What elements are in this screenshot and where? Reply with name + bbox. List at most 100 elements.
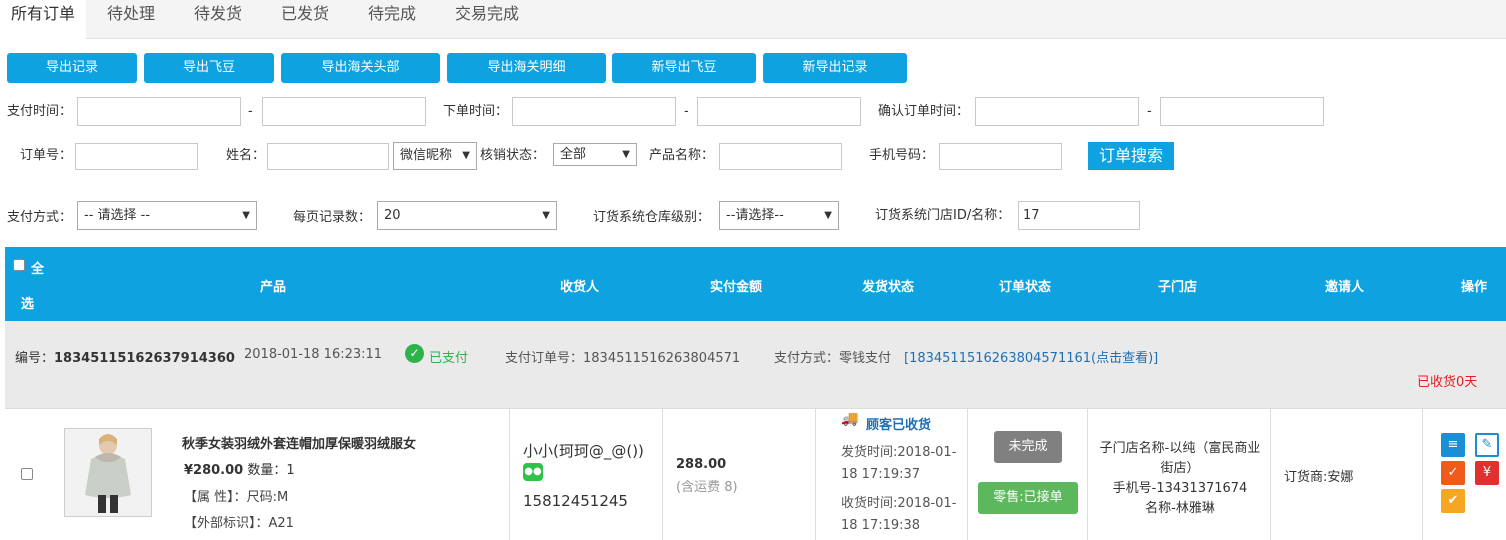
select-all-label-2: 选	[21, 297, 35, 312]
product-title[interactable]: 秋季女装羽绒外套连帽加厚保暖羽绒服女	[182, 433, 416, 452]
product-price: ¥280.00	[184, 463, 244, 478]
pay-method-select[interactable]: -- 请选择 -- ▼	[77, 201, 257, 230]
column-divider	[509, 408, 510, 540]
order-no: 编号：18345115162637914360	[15, 347, 235, 366]
pay-order-no: 支付订单号：1834511516263804571	[505, 351, 741, 366]
confirm-time-start-input[interactable]	[975, 97, 1139, 126]
order-tabs: 所有订单 待处理 待发货 已发货 待完成 交易完成	[0, 0, 1506, 40]
chevron-down-icon: ▼	[242, 210, 250, 221]
pay-time-start-input[interactable]	[77, 97, 241, 126]
order-header: 编号：18345115162637914360 2018-01-18 16:23…	[5, 321, 1506, 408]
verify-status-label: 核销状态：	[480, 148, 546, 163]
table-header: 全 选 产品 收货人 实付金额 发货状态 订单状态 子门店 邀请人 操作	[5, 247, 1506, 321]
verify-status-select[interactable]: 全部 ▼	[553, 143, 637, 166]
chevron-down-icon: ▼	[542, 210, 550, 221]
phone-input[interactable]	[939, 143, 1062, 170]
pay-method-value: -- 请选择 --	[84, 208, 151, 223]
paid-amount: 288.00	[676, 457, 727, 472]
pay-method-label: 支付方式：	[7, 210, 73, 225]
tab-completed[interactable]: 交易完成	[444, 0, 530, 39]
header-order-status: 订单状态	[999, 280, 1052, 295]
name-label: 姓名：	[226, 148, 266, 163]
order-time: 2018-01-18 16:23:11	[244, 347, 383, 362]
product-name-label: 产品名称：	[649, 148, 715, 163]
export-customs-detail-button[interactable]: 导出海关明细	[447, 53, 606, 83]
store-input[interactable]	[1018, 201, 1140, 230]
name-input[interactable]	[267, 143, 389, 170]
recv-time-line-1: 收货时间:2018-01-	[841, 496, 957, 511]
receiver-phone: 15812451245	[523, 492, 628, 510]
header-ship-status: 发货状态	[862, 280, 915, 295]
date-dash: -	[1147, 104, 1152, 119]
page-size-select[interactable]: 20 ▼	[377, 201, 557, 230]
order-no-label: 订单号：	[20, 148, 73, 163]
order-no-value: 18345115162637914360	[54, 351, 235, 366]
note-icon[interactable]: ≡	[1441, 433, 1465, 457]
order-no-label: 编号：	[15, 351, 55, 366]
row-checkbox[interactable]	[21, 468, 33, 480]
shipping-fee: (含运费 8)	[676, 480, 738, 495]
new-export-feidou-button[interactable]: 新导出飞豆	[612, 53, 756, 83]
recv-time-line-2: 18 17:19:38	[841, 518, 921, 533]
export-records-button[interactable]: 导出记录	[7, 53, 137, 83]
tab-to-ship[interactable]: 待发货	[183, 0, 253, 39]
product-qty: 数量：1	[247, 463, 295, 478]
product-name-input[interactable]	[719, 143, 842, 170]
new-export-records-button[interactable]: 新导出记录	[763, 53, 907, 83]
column-divider	[815, 408, 816, 540]
check-circle-icon: ✓	[405, 344, 424, 363]
order-time-end-input[interactable]	[697, 97, 861, 126]
warehouse-value: --请选择--	[726, 208, 784, 223]
product-ext-id: 【外部标识】：A21	[184, 516, 294, 531]
header-sub-store: 子门店	[1158, 280, 1198, 295]
column-divider	[967, 408, 968, 540]
tab-shipped[interactable]: 已发货	[270, 0, 340, 39]
ship-time-line-1: 发货时间:2018-01-	[841, 445, 957, 460]
chevron-down-icon: ▼	[462, 150, 470, 161]
refund-icon[interactable]: ¥	[1475, 461, 1499, 485]
export-feidou-button[interactable]: 导出飞豆	[144, 53, 274, 83]
pay-time-label: 支付时间：	[7, 104, 73, 119]
receiver-name: 小小(珂珂@_@())	[523, 442, 644, 460]
received-days: 已收货0天	[1417, 375, 1478, 390]
verify-status-value: 全部	[560, 147, 587, 162]
truck-icon: 🚚	[841, 411, 859, 427]
page-size-label: 每页记录数：	[293, 210, 372, 225]
store-phone: 手机号-13431371674	[1112, 481, 1248, 496]
order-time-label: 下单时间：	[443, 104, 509, 119]
confirm-icon[interactable]: ✔	[1441, 489, 1465, 513]
warehouse-select[interactable]: --请选择-- ▼	[719, 201, 839, 230]
select-all-checkbox[interactable]	[13, 259, 25, 271]
date-dash: -	[684, 104, 689, 119]
nickname-select[interactable]: 微信昵称 ▼	[393, 142, 477, 170]
inviter: 订货商:安娜	[1284, 470, 1354, 485]
retail-accepted-button[interactable]: 零售:已接单	[978, 482, 1078, 514]
product-attr: 【属 性】：尺码:M	[184, 490, 289, 505]
confirm-time-end-input[interactable]	[1160, 97, 1324, 126]
pay-detail-link[interactable]: [1834511516263804571161(点击查看)]	[904, 347, 1158, 366]
product-image	[64, 428, 152, 517]
pay-time-end-input[interactable]	[262, 97, 426, 126]
pay-method: 支付方式：零钱支付	[774, 351, 892, 366]
nickname-select-value: 微信昵称	[400, 148, 453, 163]
unfinished-status-button[interactable]: 未完成	[994, 431, 1062, 463]
order-no-input[interactable]	[75, 143, 198, 170]
tab-pending[interactable]: 待处理	[96, 0, 166, 39]
store-label: 订货系统门店ID/名称：	[875, 208, 1011, 223]
edit-icon[interactable]: ✎	[1475, 433, 1499, 457]
order-time-start-input[interactable]	[512, 97, 676, 126]
paid-status: 已支付	[429, 351, 469, 366]
phone-label: 手机号码：	[869, 148, 935, 163]
confirm-time-label: 确认订单时间：	[878, 104, 970, 119]
column-divider	[662, 408, 663, 540]
warehouse-label: 订货系统仓库级别：	[593, 210, 711, 225]
check-icon[interactable]: ✓	[1441, 461, 1465, 485]
header-actions: 操作	[1461, 280, 1488, 295]
tab-all-orders[interactable]: 所有订单	[0, 0, 86, 40]
export-customs-header-button[interactable]: 导出海关头部	[281, 53, 440, 83]
chevron-down-icon: ▼	[824, 210, 832, 221]
header-inviter: 邀请人	[1325, 280, 1365, 295]
tab-to-complete[interactable]: 待完成	[357, 0, 427, 39]
order-search-button[interactable]: 订单搜索	[1088, 142, 1174, 170]
store-contact: 名称-林雅琳	[1145, 501, 1215, 516]
